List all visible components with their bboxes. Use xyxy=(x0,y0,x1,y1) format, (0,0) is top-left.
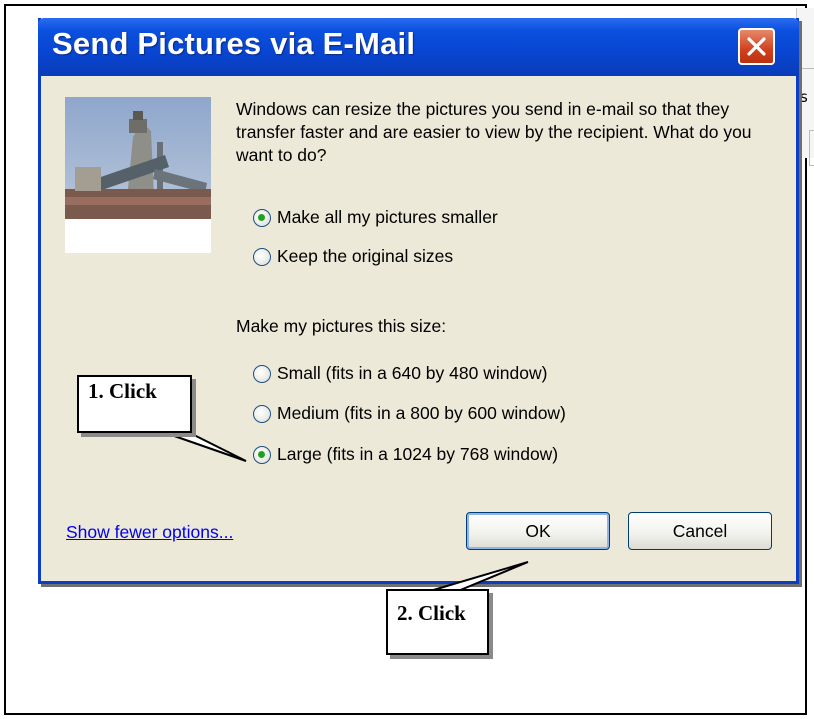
background-divider xyxy=(797,68,814,69)
picture-thumbnail xyxy=(65,97,211,253)
size-medium[interactable]: Medium (fits in a 800 by 600 window) xyxy=(253,403,566,424)
option-keep-original[interactable]: Keep the original sizes xyxy=(253,246,453,267)
radio-make-smaller[interactable] xyxy=(253,208,271,227)
radio-small[interactable] xyxy=(253,364,271,383)
size-section-label: Make my pictures this size: xyxy=(236,316,447,336)
background-box xyxy=(809,130,814,166)
callout-step-2: 2. Click xyxy=(386,589,489,655)
callout-step-1-text: 1. Click xyxy=(88,379,157,403)
callout-step-1: 1. Click xyxy=(77,375,192,433)
ok-button[interactable]: OK xyxy=(466,512,610,550)
cancel-button[interactable]: Cancel xyxy=(628,512,772,550)
size-large-label: Large (fits in a 1024 by 768 window) xyxy=(277,444,559,464)
send-pictures-dialog: Send Pictures via E-Mail Windows can res… xyxy=(38,18,799,584)
dialog-description: Windows can resize the pictures you send… xyxy=(236,99,752,165)
radio-large[interactable] xyxy=(253,445,271,464)
dialog-title: Send Pictures via E-Mail xyxy=(52,26,416,61)
option-make-smaller-label: Make all my pictures smaller xyxy=(277,207,498,227)
radio-keep-original[interactable] xyxy=(253,247,271,266)
size-large[interactable]: Large (fits in a 1024 by 768 window) xyxy=(253,444,558,465)
size-medium-label: Medium (fits in a 800 by 600 window) xyxy=(277,403,566,423)
option-keep-original-label: Keep the original sizes xyxy=(277,246,454,266)
radio-medium[interactable] xyxy=(253,404,271,423)
callout-step-2-text: 2. Click xyxy=(397,601,466,625)
option-make-smaller[interactable]: Make all my pictures smaller xyxy=(253,207,498,228)
size-small-label: Small (fits in a 640 by 480 window) xyxy=(277,363,548,383)
background-text-fragment: s xyxy=(800,88,808,106)
title-bar[interactable]: Send Pictures via E-Mail xyxy=(38,18,799,76)
show-fewer-options-link[interactable]: Show fewer options... xyxy=(66,522,233,543)
close-icon xyxy=(747,37,766,56)
close-button[interactable] xyxy=(738,28,775,65)
size-small[interactable]: Small (fits in a 640 by 480 window) xyxy=(253,363,547,384)
